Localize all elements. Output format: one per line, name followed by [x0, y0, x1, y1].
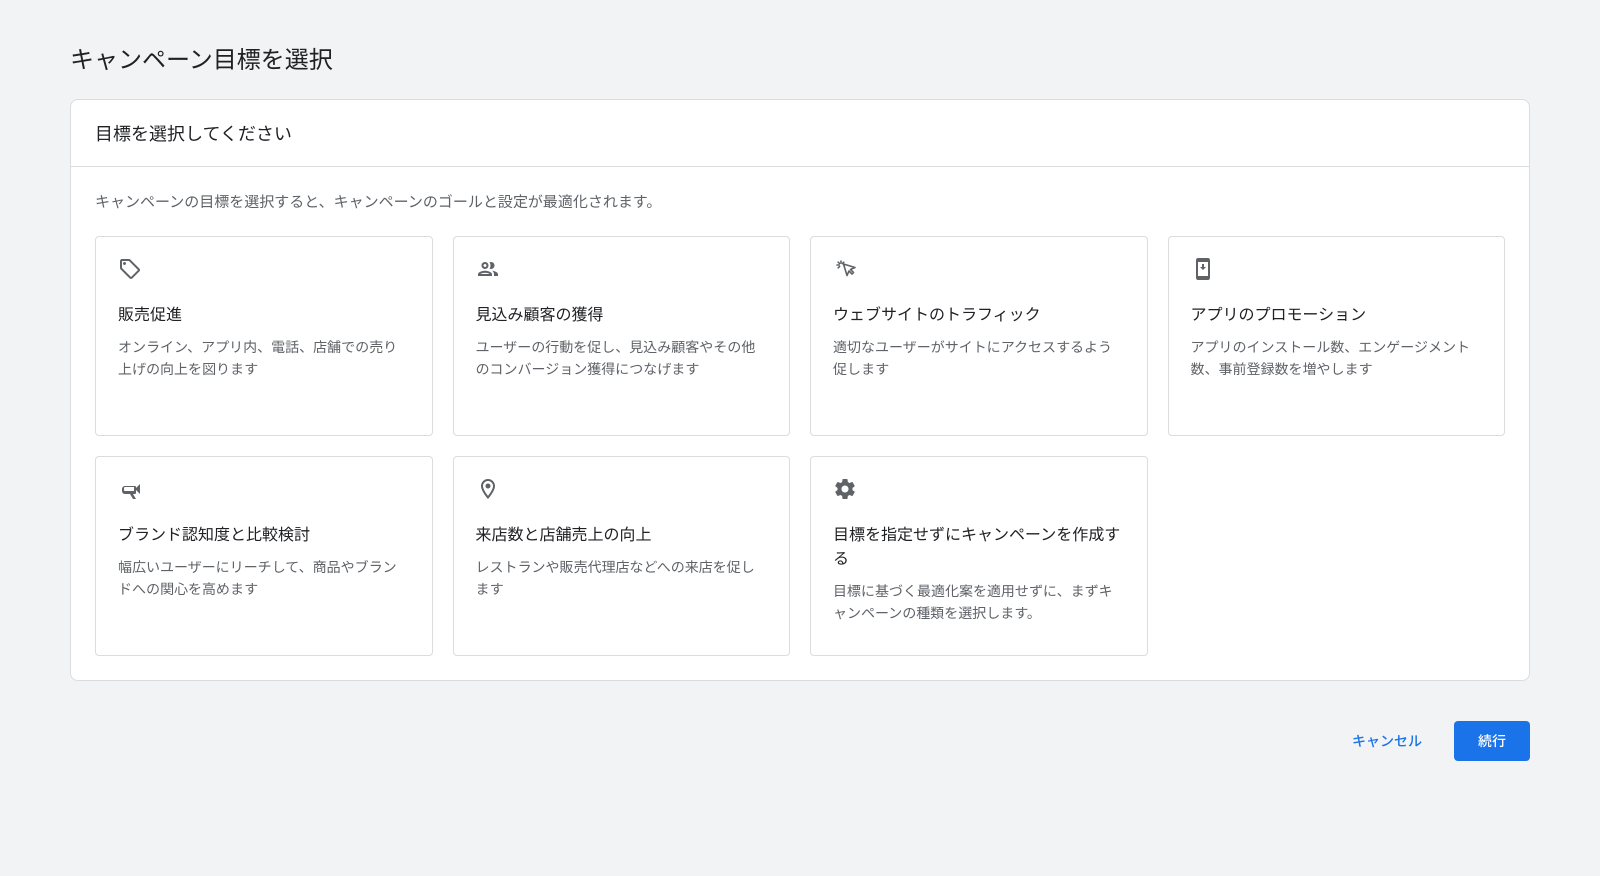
phone-download-icon	[1191, 257, 1215, 281]
cancel-button[interactable]: キャンセル	[1328, 721, 1446, 761]
goal-desc: オンライン、アプリ内、電話、店舗での売り上げの向上を図ります	[118, 337, 410, 382]
goal-card-brand-awareness[interactable]: ブランド認知度と比較検討 幅広いユーザーにリーチして、商品やブランドへの関心を高…	[95, 456, 433, 656]
megaphone-icon	[118, 477, 142, 501]
goal-card-sales[interactable]: 販売促進 オンライン、アプリ内、電話、店舗での売り上げの向上を図ります	[95, 236, 433, 436]
goal-title: ブランド認知度と比較検討	[118, 521, 410, 545]
goal-desc: レストランや販売代理店などへの来店を促します	[476, 557, 768, 602]
goal-title: 見込み顧客の獲得	[476, 301, 768, 325]
goal-desc: ユーザーの行動を促し、見込み顧客やその他のコンバージョン獲得につなげます	[476, 337, 768, 382]
goal-card-traffic[interactable]: ウェブサイトのトラフィック 適切なユーザーがサイトにアクセスするよう促します	[810, 236, 1148, 436]
goal-selection-card: 目標を選択してください キャンペーンの目標を選択すると、キャンペーンのゴールと設…	[70, 99, 1530, 681]
location-pin-icon	[476, 477, 500, 501]
people-icon	[476, 257, 500, 281]
goal-desc: アプリのインストール数、エンゲージメント数、事前登録数を増やします	[1191, 337, 1483, 382]
page-title: キャンペーン目標を選択	[70, 40, 1530, 75]
goal-card-store-visits[interactable]: 来店数と店舗売上の向上 レストランや販売代理店などへの来店を促します	[453, 456, 791, 656]
goal-desc: 目標に基づく最適化案を適用せずに、まずキャンペーンの種類を選択します。	[833, 581, 1125, 626]
goal-title: 目標を指定せずにキャンペーンを作成する	[833, 521, 1125, 569]
footer-buttons: キャンセル 続行	[70, 721, 1530, 761]
card-header: 目標を選択してください	[71, 100, 1529, 167]
card-description: キャンペーンの目標を選択すると、キャンペーンのゴールと設定が最適化されます。	[95, 191, 1505, 212]
goal-card-app-promotion[interactable]: アプリのプロモーション アプリのインストール数、エンゲージメント数、事前登録数を…	[1168, 236, 1506, 436]
goal-card-no-goal[interactable]: 目標を指定せずにキャンペーンを作成する 目標に基づく最適化案を適用せずに、まずキ…	[810, 456, 1148, 656]
card-body: キャンペーンの目標を選択すると、キャンペーンのゴールと設定が最適化されます。 販…	[71, 167, 1529, 680]
goal-desc: 幅広いユーザーにリーチして、商品やブランドへの関心を高めます	[118, 557, 410, 602]
goal-title: アプリのプロモーション	[1191, 301, 1483, 325]
goal-title: ウェブサイトのトラフィック	[833, 301, 1125, 325]
goal-title: 来店数と店舗売上の向上	[476, 521, 768, 545]
goal-title: 販売促進	[118, 301, 410, 325]
goal-card-leads[interactable]: 見込み顧客の獲得 ユーザーの行動を促し、見込み顧客やその他のコンバージョン獲得に…	[453, 236, 791, 436]
goals-grid: 販売促進 オンライン、アプリ内、電話、店舗での売り上げの向上を図ります 見込み顧…	[95, 236, 1505, 656]
card-header-title: 目標を選択してください	[95, 120, 1505, 146]
tag-icon	[118, 257, 142, 281]
continue-button[interactable]: 続行	[1454, 721, 1530, 761]
goal-desc: 適切なユーザーがサイトにアクセスするよう促します	[833, 337, 1125, 382]
cursor-click-icon	[833, 257, 857, 281]
gear-icon	[833, 477, 857, 501]
